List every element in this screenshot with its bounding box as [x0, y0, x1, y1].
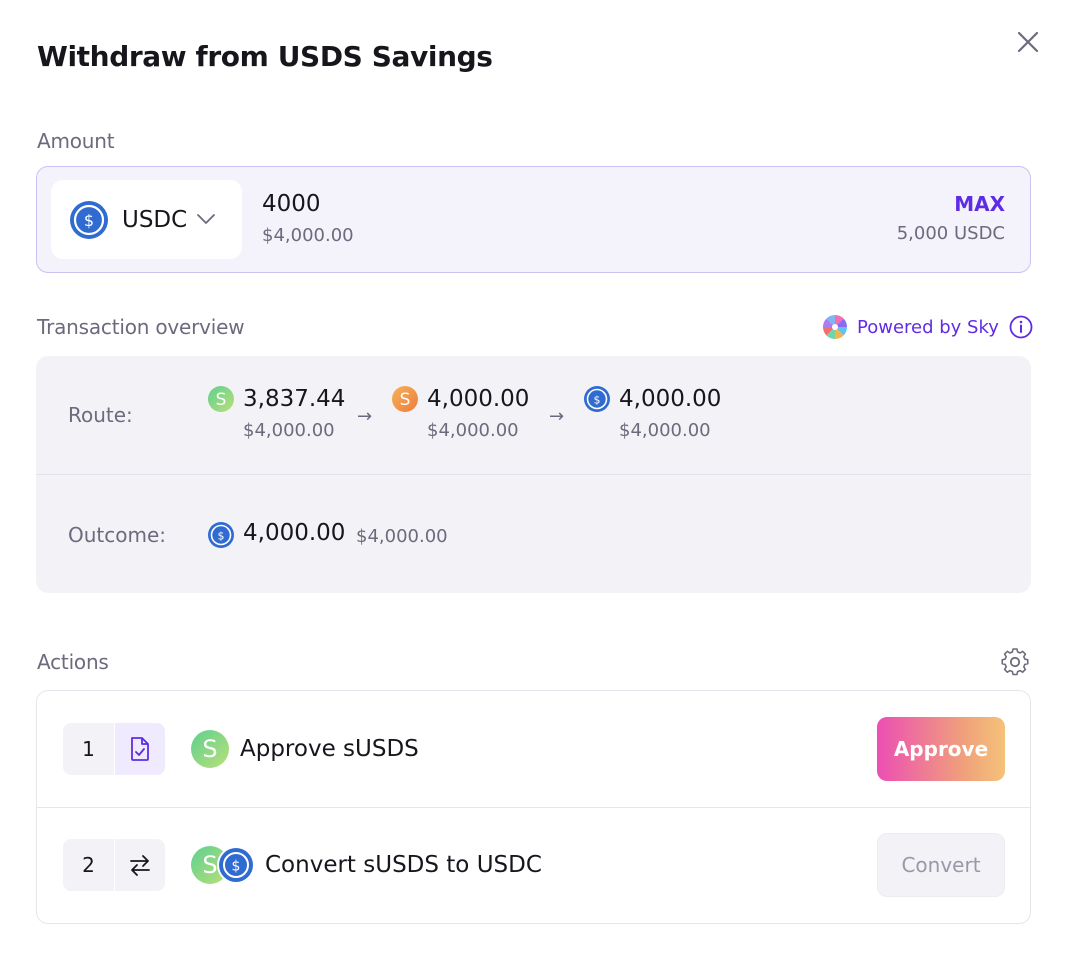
- action-title: Approve sUSDS: [240, 736, 419, 762]
- usdc-token-icon: $: [217, 846, 255, 884]
- info-icon[interactable]: [1009, 315, 1033, 339]
- svg-text:$: $: [84, 211, 94, 230]
- svg-text:S: S: [216, 390, 227, 410]
- powered-by-sky[interactable]: Powered by Sky: [822, 314, 1033, 340]
- route-arrow-icon: →: [549, 406, 565, 427]
- token-name: USDC: [122, 206, 188, 233]
- svg-text:S: S: [202, 851, 217, 879]
- chevron-down-icon: [197, 214, 216, 225]
- outcome-amount: 4,000.00: [243, 520, 346, 546]
- amount-input[interactable]: [262, 191, 562, 217]
- svg-text:S: S: [400, 390, 411, 410]
- max-button[interactable]: MAX: [954, 192, 1005, 216]
- approve-document-icon: [115, 723, 165, 775]
- swap-arrows-icon: [115, 839, 165, 891]
- step-badge-2: 2: [63, 839, 165, 891]
- usdc-token-icon: $: [208, 522, 234, 548]
- route-usd: $4,000.00: [427, 420, 519, 441]
- action-title: Convert sUSDS to USDC: [265, 852, 542, 878]
- step-number: 1: [63, 723, 114, 775]
- overview-label: Transaction overview: [37, 315, 245, 339]
- route-arrow-icon: →: [357, 406, 373, 427]
- svg-text:$: $: [594, 394, 601, 407]
- token-balance: 5,000 USDC: [896, 223, 1005, 244]
- route-usd: $4,000.00: [243, 420, 335, 441]
- route-amount: 3,837.44: [243, 386, 346, 412]
- usds-token-icon: S: [392, 386, 418, 412]
- step-number: 2: [63, 839, 114, 891]
- convert-button[interactable]: Convert: [877, 833, 1005, 897]
- close-button[interactable]: [1012, 26, 1044, 58]
- overview-divider: [36, 474, 1031, 475]
- svg-text:S: S: [202, 735, 217, 763]
- usdc-token-icon: $: [584, 386, 610, 412]
- outcome-usd: $4,000.00: [356, 526, 448, 547]
- approve-button[interactable]: Approve: [877, 717, 1005, 781]
- route-label: Route:: [68, 403, 133, 427]
- route-amount: 4,000.00: [427, 386, 530, 412]
- actions-label: Actions: [37, 650, 109, 674]
- route-usd: $4,000.00: [619, 420, 711, 441]
- svg-text:$: $: [218, 530, 225, 543]
- actions-card: 1 S Approve sUSDS Approve 2 S $ Convert …: [36, 690, 1031, 924]
- amount-label: Amount: [37, 129, 115, 153]
- route-amount: 4,000.00: [619, 386, 722, 412]
- svg-text:$: $: [232, 859, 241, 875]
- close-icon[interactable]: [1017, 31, 1039, 53]
- transaction-overview-card: Route: S 3,837.44 $4,000.00 → S 4,000.00…: [36, 356, 1031, 593]
- modal-title: Withdraw from USDS Savings: [37, 40, 493, 73]
- susds-token-icon: S: [191, 730, 229, 768]
- amount-usd-value: $4,000.00: [262, 225, 354, 246]
- token-select[interactable]: $ USDC: [51, 180, 242, 259]
- sky-logo-icon: [822, 314, 848, 340]
- susds-token-icon: S: [208, 386, 234, 412]
- amount-box: $ USDC $4,000.00 MAX 5,000 USDC: [36, 166, 1031, 273]
- usdc-token-icon: $: [70, 200, 108, 239]
- gear-icon[interactable]: [1000, 647, 1030, 677]
- actions-divider: [37, 807, 1030, 808]
- step-badge-1: 1: [63, 723, 165, 775]
- powered-by-label: Powered by Sky: [857, 316, 999, 338]
- outcome-label: Outcome:: [68, 523, 167, 547]
